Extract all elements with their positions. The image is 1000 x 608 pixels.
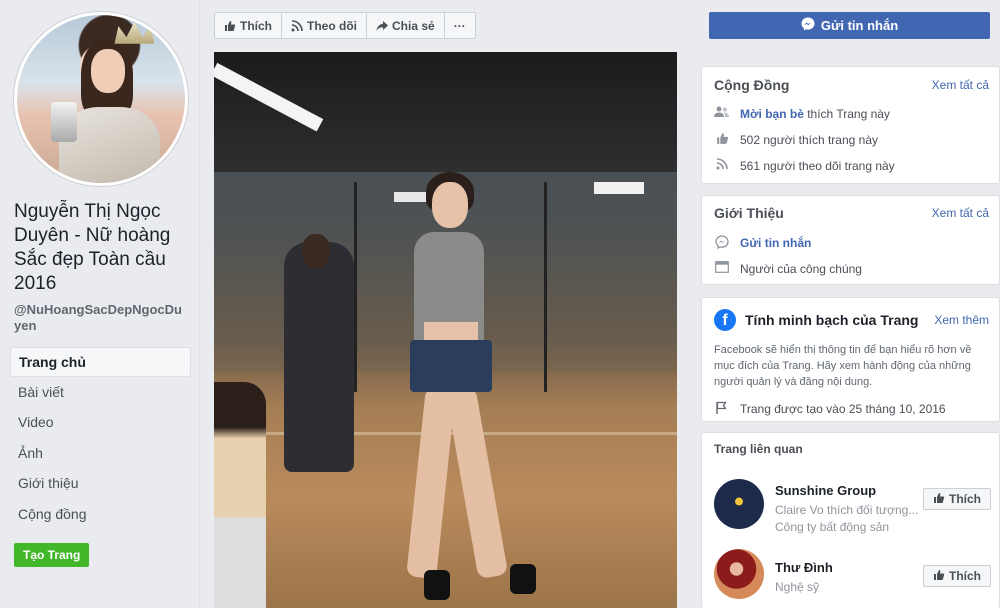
likes-count-row: 502 người thích trang này: [702, 127, 999, 153]
rss-icon: [291, 19, 303, 32]
messenger-icon: [714, 235, 730, 251]
thumbs-up-icon: [224, 20, 236, 32]
about-card: Giới Thiệu Xem tất cả Gửi tin nhắn Người…: [701, 195, 1000, 285]
share-arrow-icon: [376, 20, 388, 32]
send-message-label: Gửi tin nhắn: [820, 18, 899, 33]
community-see-all-link[interactable]: Xem tất cả: [932, 78, 989, 92]
related-page-like-button[interactable]: Thích: [923, 565, 991, 587]
related-page-name[interactable]: Sunshine Group: [775, 483, 876, 498]
like-button[interactable]: Thích: [215, 13, 282, 38]
related-page-like-button[interactable]: Thích: [923, 488, 991, 510]
about-category-row: Người của công chúng: [702, 256, 999, 282]
about-message-row: Gửi tin nhắn: [702, 230, 999, 256]
page-nav: Trang chủ Bài viết Video Ảnh Giới thiệu …: [10, 347, 191, 530]
profile-picture[interactable]: [14, 12, 188, 186]
nav-item-home[interactable]: Trang chủ: [10, 347, 191, 377]
nav-item-community[interactable]: Cộng đồng: [10, 500, 191, 530]
left-sidebar: Nguyễn Thị Ngọc Duyên - Nữ hoàng Sắc đẹp…: [0, 0, 200, 608]
related-page-category: Công ty bất động sản: [775, 520, 890, 534]
transparency-description: Facebook sẽ hiển thị thông tin để bạn hi…: [714, 344, 972, 388]
invite-friends-link[interactable]: Mời bạn bè: [740, 107, 804, 121]
page-created-row: Trang được tạo vào 25 tháng 10, 2016: [702, 396, 999, 422]
share-label: Chia sẻ: [392, 18, 435, 33]
send-message-button[interactable]: Gửi tin nhắn: [709, 12, 990, 39]
nav-item-posts[interactable]: Bài viết: [10, 378, 191, 408]
invite-friends-row: Mời bạn bè thích Trang này: [702, 101, 999, 127]
nav-item-photos[interactable]: Ảnh: [10, 439, 191, 469]
cover-photo[interactable]: [214, 52, 677, 608]
community-title: Cộng Đồng: [714, 77, 790, 93]
related-page-item: Sunshine Group Claire Vo thích đối tượng…: [702, 473, 999, 543]
flag-icon: [714, 401, 730, 417]
community-card: Cộng Đồng Xem tất cả Mời bạn bè thích Tr…: [701, 66, 1000, 184]
related-page-item: Thư Đình Nghệ sỹ Thích: [702, 545, 999, 608]
thumbs-up-icon: [933, 569, 945, 584]
public-figure-icon: [714, 261, 730, 277]
related-like-label: Thích: [949, 492, 981, 506]
likes-count-text: 502 người thích trang này: [740, 133, 878, 147]
followers-count-text: 561 người theo dõi trang này: [740, 159, 895, 173]
related-page-name[interactable]: Thư Đình: [775, 560, 833, 575]
related-page-avatar[interactable]: [714, 479, 764, 529]
page-handle[interactable]: @NuHoangSacDepNgocDuyen: [14, 302, 189, 334]
about-send-message-link[interactable]: Gửi tin nhắn: [740, 236, 811, 250]
related-page-category: Nghệ sỹ: [775, 580, 820, 594]
transparency-see-more-link[interactable]: Xem thêm: [934, 313, 989, 327]
share-button[interactable]: Chia sẻ: [367, 13, 445, 38]
related-like-label: Thích: [949, 569, 981, 583]
thumbs-up-icon: [714, 132, 730, 148]
messenger-icon: [801, 17, 815, 34]
page-title[interactable]: Nguyễn Thị Ngọc Duyên - Nữ hoàng Sắc đẹp…: [14, 200, 194, 296]
nav-item-about[interactable]: Giới thiệu: [10, 469, 191, 499]
more-options-button[interactable]: ···: [445, 13, 475, 38]
create-page-button[interactable]: Tạo Trang: [14, 543, 90, 567]
related-pages-card: Trang liên quan Sunshine Group Claire Vo…: [701, 432, 1000, 608]
about-title: Giới Thiệu: [714, 205, 784, 221]
related-title: Trang liên quan: [714, 442, 803, 456]
related-page-avatar[interactable]: [714, 549, 764, 599]
page-action-bar: Thích Theo dõi Chia sẻ ···: [214, 12, 476, 39]
page-transparency-card: f Tính minh bạch của Trang Xem thêm Face…: [701, 297, 1000, 422]
nav-item-videos[interactable]: Video: [10, 408, 191, 438]
like-label: Thích: [240, 18, 272, 33]
thumbs-up-icon: [933, 492, 945, 507]
more-dots-icon: ···: [453, 18, 466, 33]
profile-photo-image: [17, 15, 185, 183]
page-created-text: Trang được tạo vào 25 tháng 10, 2016: [740, 402, 946, 416]
about-category-text[interactable]: Người của công chúng: [740, 262, 862, 276]
transparency-title: Tính minh bạch của Trang: [745, 312, 919, 328]
followers-count-row: 561 người theo dõi trang này: [702, 153, 999, 179]
related-page-social-context: Claire Vo thích đối tượng...: [775, 503, 919, 517]
facebook-logo-icon: f: [714, 309, 736, 331]
rss-icon: [714, 158, 730, 174]
invite-friends-text: thích Trang này: [807, 107, 890, 121]
about-see-all-link[interactable]: Xem tất cả: [932, 206, 989, 220]
follow-button[interactable]: Theo dõi: [282, 13, 367, 38]
follow-label: Theo dõi: [307, 18, 357, 33]
people-icon: [714, 106, 730, 122]
